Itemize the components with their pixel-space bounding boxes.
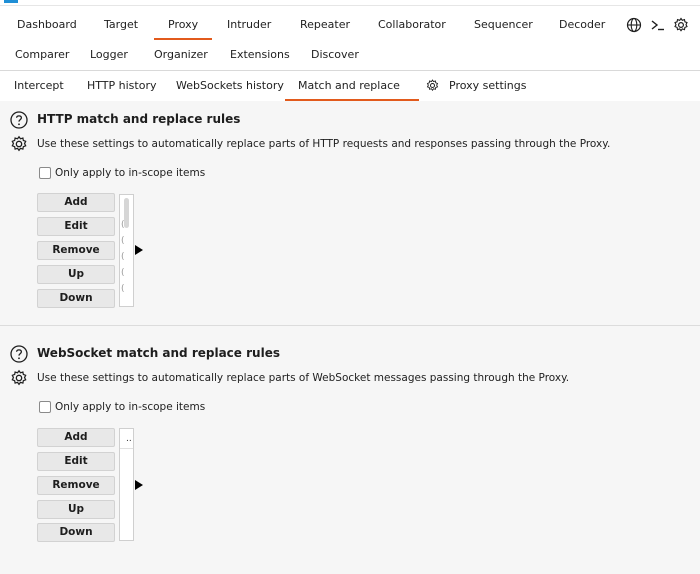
tab-dashboard[interactable]: Dashboard: [17, 10, 77, 40]
section-divider: [0, 325, 700, 326]
http-rules-table[interactable]: ( ( ( ( (: [119, 194, 134, 307]
window-top-strip: [0, 0, 700, 6]
tab-comparer[interactable]: Comparer: [15, 40, 69, 70]
gear-icon[interactable]: [9, 368, 29, 388]
tab-extensions[interactable]: Extensions: [230, 40, 290, 70]
http-section-title: HTTP match and replace rules: [37, 112, 241, 126]
gear-icon[interactable]: [425, 78, 440, 93]
tab-target[interactable]: Target: [104, 10, 138, 40]
websocket-up-button[interactable]: Up: [37, 500, 115, 519]
subtab-http-history[interactable]: HTTP history: [87, 71, 156, 101]
websocket-edit-button[interactable]: Edit: [37, 452, 115, 471]
websocket-scope-checkbox-label: Only apply to in-scope items: [55, 401, 206, 413]
websocket-rules-table[interactable]: ..: [119, 428, 134, 541]
tab-decoder[interactable]: Decoder: [559, 10, 605, 40]
tab-sequencer[interactable]: Sequencer: [474, 10, 533, 40]
websocket-down-button[interactable]: Down: [37, 523, 115, 542]
tab-repeater[interactable]: Repeater: [300, 10, 350, 40]
http-edit-button[interactable]: Edit: [37, 217, 115, 236]
tab-discover[interactable]: Discover: [311, 40, 359, 70]
http-expand-arrow-icon[interactable]: [135, 245, 143, 255]
websocket-section-title: WebSocket match and replace rules: [37, 346, 280, 360]
websocket-add-button[interactable]: Add: [37, 428, 115, 447]
app-accent: [4, 0, 18, 3]
terminal-icon[interactable]: [649, 16, 667, 34]
http-scope-checkbox[interactable]: [39, 167, 51, 179]
http-scope-checkbox-row[interactable]: Only apply to in-scope items: [39, 165, 205, 181]
subtab-websockets-history[interactable]: WebSockets history: [176, 71, 284, 101]
help-icon[interactable]: [9, 344, 29, 364]
subtab-proxy-settings[interactable]: Proxy settings: [449, 71, 527, 101]
websocket-table-header: ..: [120, 429, 133, 449]
globe-icon[interactable]: [625, 16, 643, 34]
websocket-scope-checkbox-row[interactable]: Only apply to in-scope items: [39, 399, 205, 415]
http-table-scrollbar[interactable]: [124, 198, 129, 228]
websocket-table-header-text: ..: [126, 434, 132, 444]
tab-proxy[interactable]: Proxy: [153, 10, 213, 40]
tab-logger[interactable]: Logger: [90, 40, 128, 70]
http-remove-button[interactable]: Remove: [37, 241, 115, 260]
subtab-intercept[interactable]: Intercept: [14, 71, 64, 101]
websocket-remove-button[interactable]: Remove: [37, 476, 115, 495]
tab-collaborator[interactable]: Collaborator: [378, 10, 446, 40]
http-up-button[interactable]: Up: [37, 265, 115, 284]
tab-organizer[interactable]: Organizer: [154, 40, 208, 70]
settings-gear-icon[interactable]: [672, 16, 690, 34]
gear-icon[interactable]: [9, 134, 29, 154]
subtab-match-and-replace[interactable]: Match and replace: [285, 71, 419, 101]
websocket-scope-checkbox[interactable]: [39, 401, 51, 413]
http-down-button[interactable]: Down: [37, 289, 115, 308]
tab-intruder[interactable]: Intruder: [227, 10, 271, 40]
http-add-button[interactable]: Add: [37, 193, 115, 212]
help-icon[interactable]: [9, 110, 29, 130]
websocket-section-description: Use these settings to automatically repl…: [37, 372, 570, 384]
http-section-description: Use these settings to automatically repl…: [37, 138, 611, 150]
http-scope-checkbox-label: Only apply to in-scope items: [55, 167, 206, 179]
websocket-expand-arrow-icon[interactable]: [135, 480, 143, 490]
